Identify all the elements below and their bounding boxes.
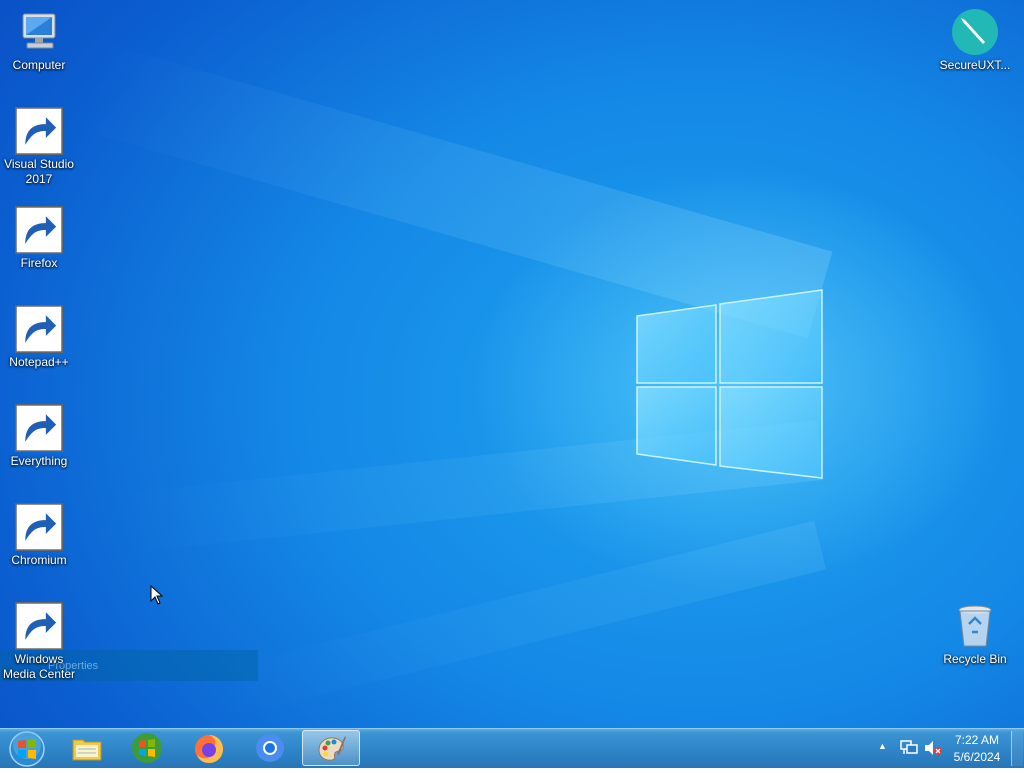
secureuxt-brush-icon xyxy=(951,8,999,56)
windows-media-center-icon xyxy=(15,602,63,650)
desktop-icon-label: SecureUXT... xyxy=(939,58,1011,72)
clock-time: 7:22 AM xyxy=(954,733,1000,747)
shortcut-arrow-icon xyxy=(15,602,63,650)
taskbar-paint[interactable] xyxy=(302,730,360,766)
desktop-icon-visual-studio[interactable]: Visual Studio 2017 xyxy=(0,107,78,187)
volume-muted-icon[interactable] xyxy=(924,740,942,756)
desktop-icon-recycle-bin[interactable]: Recycle Bin xyxy=(936,602,1014,667)
shortcut-arrow-icon xyxy=(15,206,63,254)
desktop-icon-notepadpp[interactable]: Notepad++ xyxy=(0,305,78,370)
taskbar-firefox[interactable] xyxy=(180,730,238,766)
network-icon[interactable] xyxy=(900,740,918,756)
start-button[interactable] xyxy=(5,730,49,768)
notepadpp-icon xyxy=(15,305,63,353)
everything-search-icon xyxy=(15,404,63,452)
taskbar-clock[interactable]: 7:22 AM 5/6/2024 xyxy=(946,732,1008,766)
firefox-icon xyxy=(195,735,223,763)
taskbar: ▲ 7:22 AM 5/6/2024 xyxy=(0,728,1024,768)
wallpaper-beam xyxy=(212,520,827,720)
desktop[interactable]: Computer Visual Studio 2017 Firefox Note… xyxy=(0,0,1024,728)
desktop-icon-everything[interactable]: Everything xyxy=(0,404,78,469)
shortcut-arrow-icon xyxy=(15,404,63,452)
desktop-icon-firefox[interactable]: Firefox xyxy=(0,206,78,271)
taskbar-chromium[interactable] xyxy=(241,730,299,766)
clock-date: 5/6/2024 xyxy=(953,750,1001,764)
taskbar-file-explorer[interactable] xyxy=(58,730,116,766)
start-orb-icon xyxy=(9,731,45,767)
chromium-icon xyxy=(15,503,63,551)
windows-logo-wallpaper xyxy=(636,289,823,479)
shortcut-arrow-icon xyxy=(15,305,63,353)
desktop-icon-label: Recycle Bin xyxy=(943,652,1007,666)
desktop-icon-chromium[interactable]: Chromium xyxy=(0,503,78,568)
desktop-icon-label: Chromium xyxy=(11,553,67,567)
show-desktop-button[interactable] xyxy=(1011,731,1023,766)
desktop-icon-secureuxt[interactable]: SecureUXT... xyxy=(936,8,1014,73)
firefox-icon xyxy=(15,206,63,254)
show-hidden-icons-chevron-icon[interactable]: ▲ xyxy=(878,741,887,751)
mouse-cursor-icon xyxy=(150,585,164,605)
desktop-icon-label: Everything xyxy=(10,454,68,468)
desktop-icon-label: 2017 xyxy=(25,172,53,186)
desktop-icon-windows-media-center[interactable]: Windows Media Center xyxy=(0,602,78,682)
chromium-icon xyxy=(256,734,284,762)
desktop-icon-label: Firefox xyxy=(20,256,58,270)
desktop-icon-computer[interactable]: Computer xyxy=(0,8,78,73)
desktop-icon-label: Media Center xyxy=(2,667,76,681)
windows-media-center-icon xyxy=(132,733,162,763)
paint-palette-icon xyxy=(318,736,346,761)
desktop-icon-label: Windows xyxy=(14,652,64,666)
recycle-bin-icon xyxy=(951,602,999,650)
folder-icon xyxy=(72,739,102,761)
taskbar-windows-media-center[interactable] xyxy=(118,730,176,766)
desktop-icon-label: Visual Studio xyxy=(4,157,74,171)
visual-studio-icon xyxy=(15,107,63,155)
shortcut-arrow-icon xyxy=(15,107,63,155)
shortcut-arrow-icon xyxy=(15,503,63,551)
desktop-icon-label: Notepad++ xyxy=(9,355,69,369)
desktop-icon-label: Computer xyxy=(12,58,66,72)
computer-icon xyxy=(15,8,63,56)
